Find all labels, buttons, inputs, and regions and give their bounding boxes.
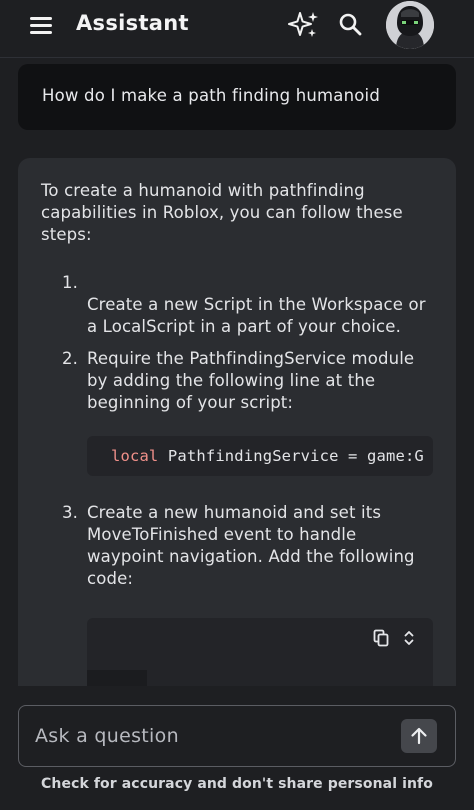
step-text: Create a new Script in the Workspace or … (87, 295, 426, 336)
steps-list: 1. Create a new Script in the Workspace … (41, 272, 434, 698)
assistant-intro: To create a humanoid with pathfinding ca… (41, 181, 403, 244)
code-keyword: local (111, 447, 159, 465)
sparkle-icon[interactable] (288, 10, 320, 40)
code-text: PathfindingService = game:G (158, 447, 424, 465)
composer: Ask a question Check for accuracy and do… (0, 686, 474, 810)
step-number: 2. (62, 349, 79, 368)
ask-question-input[interactable]: Ask a question (18, 705, 456, 767)
search-icon[interactable] (338, 12, 364, 38)
user-avatar[interactable] (386, 1, 434, 49)
hamburger-menu-icon[interactable] (30, 17, 52, 34)
list-item: 2. Require the PathfindingService module… (41, 348, 434, 476)
step-text: Create a new humanoid and set its MoveTo… (87, 503, 415, 588)
code-toolbar (373, 629, 415, 653)
copy-icon[interactable] (373, 629, 389, 653)
page-title: Assistant (76, 11, 189, 35)
app-header: Assistant (0, 0, 474, 58)
assistant-message: To create a humanoid with pathfinding ca… (18, 158, 456, 698)
step-number: 3. (62, 503, 79, 522)
list-item: 1. Create a new Script in the Workspace … (41, 272, 434, 338)
list-item: 3. Create a new humanoid and set its Mov… (41, 502, 434, 698)
send-button[interactable] (401, 719, 437, 753)
expand-icon[interactable] (403, 629, 415, 653)
input-placeholder: Ask a question (35, 725, 179, 747)
step-text: Require the PathfindingService module by… (87, 349, 415, 412)
code-snippet[interactable]: local PathfindingService = game:G (87, 436, 433, 476)
step-number: 1. (62, 273, 79, 292)
user-message-text: How do I make a path finding humanoid (42, 86, 381, 105)
arrow-up-icon (411, 727, 427, 745)
disclaimer-text: Check for accuracy and don't share perso… (41, 776, 433, 792)
user-message: How do I make a path finding humanoid (18, 64, 456, 130)
